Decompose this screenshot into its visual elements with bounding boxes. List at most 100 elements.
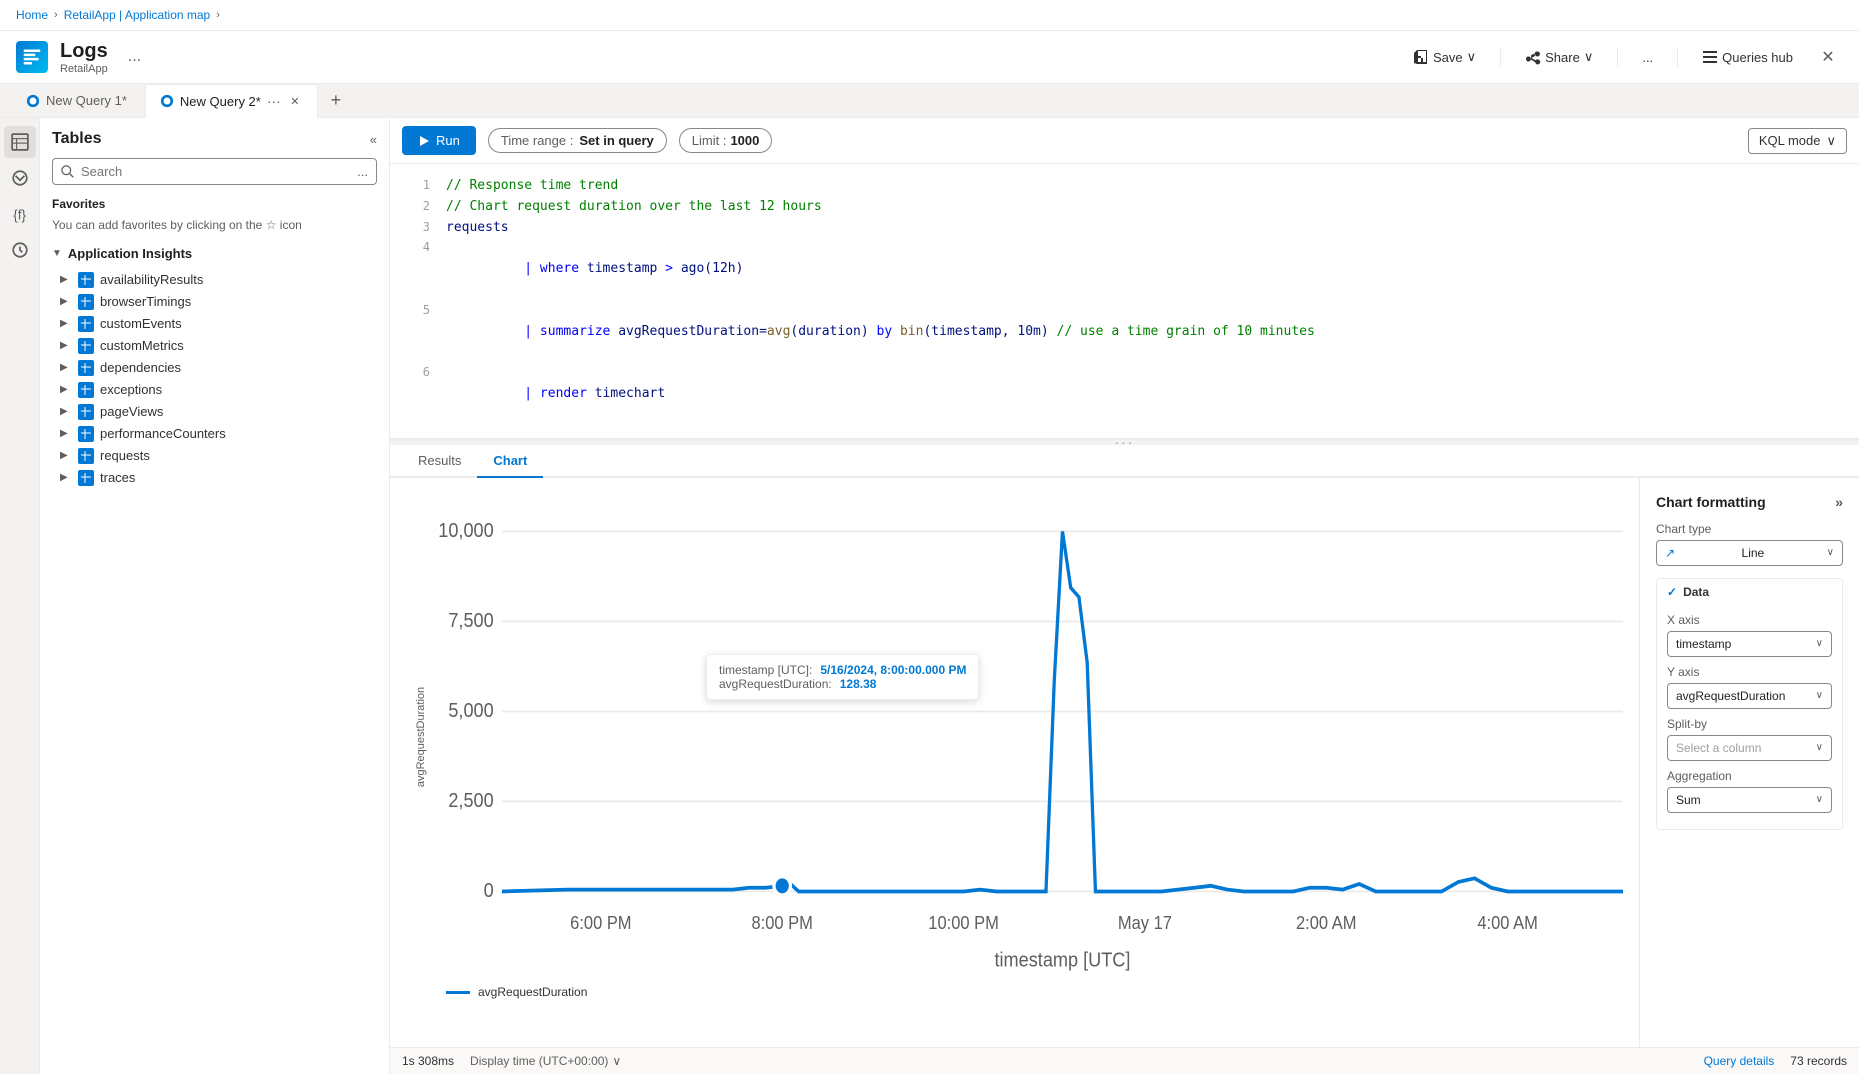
table-icon-2 — [78, 294, 94, 310]
split-by-label: Split-by — [1667, 717, 1832, 731]
breadcrumb-home[interactable]: Home — [16, 8, 48, 22]
tree-item-customMetrics[interactable]: ▶ customMetrics — [52, 335, 377, 357]
data-section-header[interactable]: ✓ Data — [1657, 579, 1842, 605]
favorites-section: Favorites You can add favorites by click… — [52, 197, 377, 234]
search-box-dots[interactable]: ... — [357, 164, 368, 179]
tab-new-query-2[interactable]: New Query 2* ··· ✕ — [145, 84, 318, 118]
queries-hub-button[interactable]: Queries hub — [1694, 45, 1801, 69]
chart-plot: 10,000 7,500 5,000 2,500 0 6:00 PM 8:00 … — [436, 494, 1623, 981]
sidebar-icons: {f} — [0, 118, 40, 1074]
tree-item-dependencies[interactable]: ▶ dependencies — [52, 357, 377, 379]
breadcrumb-retailapp[interactable]: RetailApp | Application map — [64, 8, 211, 22]
svg-text:2:00 AM: 2:00 AM — [1296, 912, 1356, 933]
y-axis-label-container: avgRequestDuration — [406, 494, 436, 981]
close-button[interactable]: ✕ — [1813, 42, 1843, 72]
header-more-dots[interactable]: ... — [1634, 46, 1661, 69]
results-tab-chart[interactable]: Chart — [477, 445, 543, 478]
chart-formatting-expand[interactable]: » — [1835, 494, 1843, 510]
app-icon — [16, 41, 48, 73]
queries-hub-icon — [1702, 49, 1718, 65]
chart-tooltip: timestamp [UTC]: 5/16/2024, 8:00:00.000 … — [706, 654, 979, 700]
tree-item-performanceCounters[interactable]: ▶ performanceCounters — [52, 423, 377, 445]
app-title: Logs — [60, 39, 108, 63]
results-tabs: Results Chart — [390, 445, 1859, 478]
table-icon-7 — [78, 404, 94, 420]
app-header: Logs RetailApp ... Save ∨ Share ∨ ... Qu… — [0, 31, 1859, 84]
chart-type-section: Chart type ↗ Line ∨ — [1656, 522, 1843, 566]
limit-selector[interactable]: Limit : 1000 — [679, 128, 773, 153]
results-tab-results[interactable]: Results — [402, 445, 477, 478]
query-time: 1s 308ms — [402, 1054, 454, 1068]
aggregation-dropdown[interactable]: Sum ∨ — [1667, 787, 1832, 813]
x-axis-chevron: ∨ — [1816, 638, 1823, 649]
kql-mode-selector[interactable]: KQL mode ∨ — [1748, 128, 1847, 154]
tab-add-button[interactable]: + — [322, 87, 350, 115]
sidebar-icon-filter[interactable] — [4, 162, 36, 194]
table-icon — [78, 272, 94, 288]
tree-item-requests[interactable]: ▶ requests — [52, 445, 377, 467]
sidebar-title: Tables — [52, 130, 102, 148]
data-section-chevron: ✓ — [1667, 585, 1677, 599]
code-line-4: 4 | where timestamp > ago(12h) — [390, 238, 1859, 300]
display-time-chevron: ∨ — [612, 1054, 621, 1068]
logs-icon — [22, 47, 42, 67]
sidebar-header: Tables « — [52, 130, 377, 148]
header-sep-3 — [1677, 47, 1678, 67]
run-button[interactable]: Run — [402, 126, 476, 155]
legend-label: avgRequestDuration — [478, 985, 587, 999]
tab-2-close[interactable]: ✕ — [287, 93, 303, 109]
sidebar-search-input[interactable] — [81, 164, 351, 179]
ai-section-chevron: ▼ — [52, 248, 62, 259]
y-axis-label-cf: Y axis — [1667, 665, 1832, 679]
split-by-chevron: ∨ — [1816, 742, 1823, 753]
legend-line-icon — [446, 991, 470, 994]
chart-formatting-panel: Chart formatting » Chart type ↗ Line ∨ — [1639, 478, 1859, 1047]
tree-item-customEvents[interactable]: ▶ customEvents — [52, 313, 377, 335]
sidebar: {f} Tables « — [0, 118, 390, 1074]
sidebar-icon-function[interactable]: {f} — [4, 198, 36, 230]
query-toolbar: Run Time range : Set in query Limit : 10… — [390, 118, 1859, 164]
tab-2-dots[interactable]: ··· — [267, 93, 281, 109]
y-axis-chevron: ∨ — [1816, 690, 1823, 701]
code-editor[interactable]: 1 // Response time trend 2 // Chart requ… — [390, 164, 1859, 438]
split-by-dropdown[interactable]: Select a column ∨ — [1667, 735, 1832, 761]
display-time-selector[interactable]: Display time (UTC+00:00) ∨ — [470, 1054, 621, 1068]
chart-type-dropdown[interactable]: ↗ Line ∨ — [1656, 540, 1843, 566]
sidebar-inner: {f} Tables « — [0, 118, 389, 1074]
sidebar-search-box[interactable]: ... — [52, 158, 377, 185]
time-range-selector[interactable]: Time range : Set in query — [488, 128, 667, 153]
header-sep-2 — [1617, 47, 1618, 67]
tree-item-availabilityResults[interactable]: ▶ availabilityResults — [52, 269, 377, 291]
sidebar-icon-history[interactable] — [4, 234, 36, 266]
sidebar-collapse-button[interactable]: « — [370, 132, 377, 147]
query-details-link[interactable]: Query details — [1704, 1054, 1775, 1068]
breadcrumb-sep-1: › — [54, 9, 58, 21]
y-axis-dropdown[interactable]: avgRequestDuration ∨ — [1667, 683, 1832, 709]
favorites-title: Favorites — [52, 197, 377, 211]
code-line-2: 2 // Chart request duration over the las… — [390, 197, 1859, 218]
kql-chevron-icon: ∨ — [1826, 133, 1836, 149]
tree-item-pageViews[interactable]: ▶ pageViews — [52, 401, 377, 423]
header-options-dots[interactable]: ... — [128, 48, 141, 66]
main-layout: {f} Tables « — [0, 118, 1859, 1074]
ai-section-header[interactable]: ▼ Application Insights — [52, 246, 377, 261]
chart-formatting-title: Chart formatting » — [1656, 494, 1843, 510]
tables-icon — [11, 133, 29, 151]
tree-item-browserTimings[interactable]: ▶ browserTimings — [52, 291, 377, 313]
x-axis-label: X axis — [1667, 613, 1832, 627]
tree-item-exceptions[interactable]: ▶ exceptions — [52, 379, 377, 401]
tree-item-traces[interactable]: ▶ traces — [52, 467, 377, 489]
tab-new-query-1[interactable]: New Query 1* — [12, 85, 141, 116]
chart-main: avgRequestDuration — [390, 478, 1639, 1047]
share-button[interactable]: Share ∨ — [1517, 45, 1601, 69]
save-button[interactable]: Save ∨ — [1405, 45, 1484, 69]
sidebar-icon-tables[interactable] — [4, 126, 36, 158]
svg-text:May 17: May 17 — [1118, 912, 1172, 933]
x-axis-dropdown[interactable]: timestamp ∨ — [1667, 631, 1832, 657]
ai-section-title: Application Insights — [68, 246, 192, 261]
data-section-body: X axis timestamp ∨ Y axis avgRequestDura… — [1657, 605, 1842, 829]
table-icon-6 — [78, 382, 94, 398]
svg-text:6:00 PM: 6:00 PM — [570, 912, 631, 933]
share-icon — [1525, 49, 1541, 65]
tree-chevron: ▶ — [60, 274, 72, 285]
